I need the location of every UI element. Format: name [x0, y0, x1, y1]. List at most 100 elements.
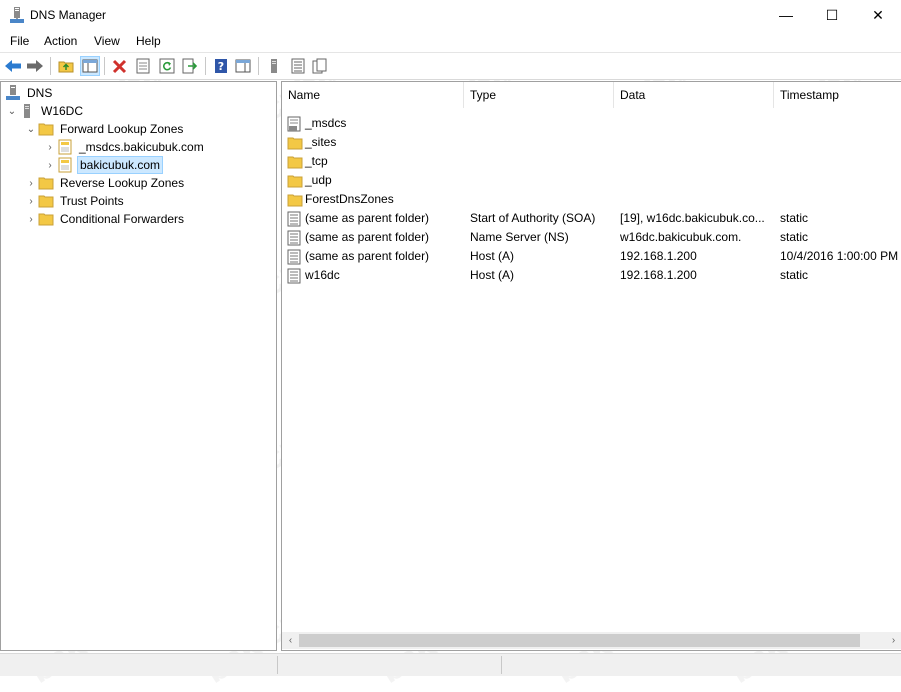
cell-name: _tcp	[287, 152, 464, 171]
chevron-right-icon[interactable]: ›	[43, 140, 57, 154]
tree-item-server[interactable]: ⌄ W16DC	[5, 102, 85, 120]
export-list-icon[interactable]	[180, 56, 200, 76]
tree-item-conditional-forwarders[interactable]: › Conditional Forwarders	[24, 210, 186, 228]
up-folder-icon[interactable]	[56, 56, 76, 76]
cell-type	[470, 114, 614, 133]
tree-label-bakicubuk-zone: bakicubuk.com	[77, 156, 164, 174]
column-header-data[interactable]: Data	[614, 82, 774, 108]
tree-label-trust-points: Trust Points	[60, 194, 124, 208]
show-hide-action-pane-icon[interactable]	[233, 56, 253, 76]
cell-type: Name Server (NS)	[470, 230, 569, 244]
title-bar[interactable]: DNS Manager — ☐ ✕	[0, 0, 901, 30]
column-header-timestamp[interactable]: Timestamp	[774, 82, 901, 108]
menu-action[interactable]: Action	[44, 34, 77, 48]
cell-type: Host (A)	[470, 249, 515, 263]
cell-type	[470, 133, 614, 152]
results-list-pane[interactable]: Name Type Data Timestamp _msdcs _sites _tc…	[281, 81, 901, 651]
scrollbar-thumb[interactable]	[299, 634, 860, 647]
minimize-button[interactable]: —	[763, 0, 809, 30]
chevron-right-icon[interactable]: ›	[24, 176, 38, 190]
table-row[interactable]: (same as parent folder) Host (A) 192.168.1…	[282, 247, 901, 266]
cell-name: (same as parent folder)	[287, 228, 464, 247]
horizontal-scrollbar[interactable]: ‹ ›	[282, 632, 901, 649]
zone-icon	[57, 139, 73, 155]
cell-name: _sites	[287, 133, 464, 152]
cell-name: ForestDnsZones	[287, 190, 464, 209]
folder-icon	[287, 154, 303, 170]
cell-name: (same as parent folder)	[287, 247, 464, 266]
delete-icon[interactable]	[110, 56, 130, 76]
copy-icon[interactable]	[310, 56, 330, 76]
chevron-down-icon[interactable]: ⌄	[5, 104, 19, 118]
toolbar-separator	[104, 57, 105, 75]
cell-data	[620, 190, 774, 209]
status-segment	[281, 656, 502, 674]
record-icon	[287, 230, 303, 246]
tree-item-reverse-lookup-zones[interactable]: › Reverse Lookup Zones	[24, 174, 186, 192]
scroll-left-icon[interactable]: ‹	[282, 632, 299, 649]
chevron-right-icon[interactable]: ›	[43, 158, 57, 172]
back-arrow-icon[interactable]	[3, 56, 23, 76]
record-name: _tcp	[305, 154, 328, 168]
refresh-icon[interactable]	[157, 56, 177, 76]
table-row[interactable]: _tcp	[282, 152, 901, 171]
tree-item-bakicubuk-zone[interactable]: › bakicubuk.com	[43, 156, 164, 174]
table-row[interactable]: _msdcs	[282, 114, 901, 133]
table-row[interactable]: w16dc Host (A) 192.168.1.200 static	[282, 266, 901, 285]
maximize-icon: ☐	[825, 6, 839, 23]
list-icon[interactable]	[288, 56, 308, 76]
server-icon[interactable]	[264, 56, 284, 76]
chevron-right-icon[interactable]: ›	[24, 194, 38, 208]
record-name: (same as parent folder)	[305, 249, 430, 263]
column-header-name[interactable]: Name	[282, 82, 464, 108]
toolbar-separator	[258, 57, 259, 75]
menu-file[interactable]: File	[10, 34, 29, 48]
tree-label-conditional-forwarders: Conditional Forwarders	[60, 212, 185, 226]
table-row[interactable]: _udp	[282, 171, 901, 190]
record-name: _msdcs	[305, 116, 347, 130]
record-name: _sites	[305, 135, 337, 149]
record-name: w16dc	[305, 268, 340, 282]
dns-icon	[5, 85, 21, 101]
forward-arrow-icon[interactable]	[25, 56, 45, 76]
folder-icon	[38, 121, 54, 137]
table-row[interactable]: (same as parent folder) Name Server (NS) w…	[282, 228, 901, 247]
tree-item-msdcs-zone[interactable]: › _msdcs.bakicubuk.com	[43, 138, 206, 156]
tree-label-forward-lookup-zones: Forward Lookup Zones	[60, 122, 184, 136]
cell-name: _msdcs	[287, 114, 464, 133]
tree-item-forward-lookup-zones[interactable]: ⌄ Forward Lookup Zones	[24, 120, 185, 138]
minimize-icon: —	[779, 7, 793, 23]
record-icon	[287, 249, 303, 265]
cell-type	[470, 190, 614, 209]
cell-timestamp	[780, 133, 901, 152]
close-button[interactable]: ✕	[855, 0, 901, 30]
menu-view[interactable]: View	[94, 34, 120, 48]
help-icon[interactable]: ?	[211, 56, 231, 76]
cell-data: 192.168.1.200	[620, 268, 697, 282]
tree-item-dns[interactable]: DNS	[5, 84, 54, 102]
column-header-type[interactable]: Type	[464, 82, 614, 108]
cell-timestamp	[780, 152, 901, 171]
folder-icon	[287, 135, 303, 151]
cell-timestamp	[780, 190, 901, 209]
table-row[interactable]: (same as parent folder) Start of Authorit…	[282, 209, 901, 228]
record-name: (same as parent folder)	[305, 211, 430, 225]
maximize-button[interactable]: ☐	[809, 0, 855, 30]
record-icon	[287, 211, 303, 227]
zone-icon	[57, 157, 73, 173]
table-row[interactable]: ForestDnsZones	[282, 190, 901, 209]
chevron-down-icon[interactable]: ⌄	[24, 122, 38, 136]
table-row[interactable]: _sites	[282, 133, 901, 152]
console-tree-pane[interactable]: DNS ⌄ W16DC ⌄ Forward Lookup Zones › _ms…	[0, 81, 277, 651]
chevron-right-icon[interactable]: ›	[24, 212, 38, 226]
menu-help[interactable]: Help	[136, 34, 161, 48]
cell-data: [19], w16dc.bakicubuk.co...	[620, 211, 765, 225]
properties-icon[interactable]	[133, 56, 153, 76]
tree-item-trust-points[interactable]: › Trust Points	[24, 192, 126, 210]
record-name: (same as parent folder)	[305, 230, 430, 244]
scroll-right-icon[interactable]: ›	[885, 632, 901, 649]
show-hide-tree-icon[interactable]	[80, 56, 100, 76]
cell-data	[620, 171, 774, 190]
window-title: DNS Manager	[30, 8, 107, 22]
tree-label-dns: DNS	[27, 86, 53, 100]
